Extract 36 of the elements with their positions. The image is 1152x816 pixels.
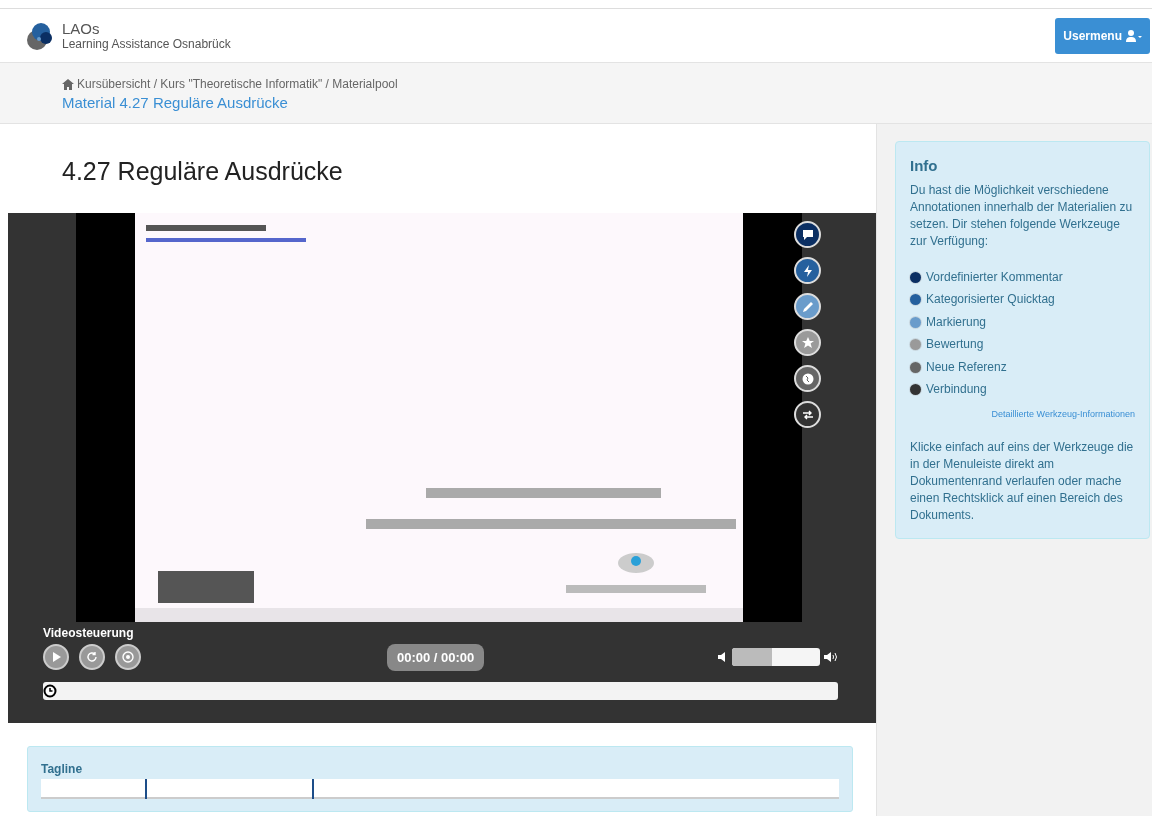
page-title: 4.27 Reguläre Ausdrücke <box>61 156 344 187</box>
user-icon <box>1126 29 1142 42</box>
logo-title: LAOs <box>62 20 101 37</box>
info-intro: Du hast die Möglichkeit verschiedene Annotationen innerhalb der Materialien zu setzen. Dir stehen folgende Werkzeuge zur Verfügung: <box>910 182 1134 250</box>
info-title: Info <box>910 157 939 174</box>
logo-subtitle: Learning Assistance Osnabrück <box>62 36 231 51</box>
controls-label: Videosteuerung <box>43 626 135 640</box>
breadcrumb-current: Material 4.27 Reguläre Ausdrücke <box>62 94 289 111</box>
home-icon <box>62 78 74 90</box>
play-button[interactable] <box>43 644 69 670</box>
tool-label: Vordefinierter Kommentar <box>926 268 1063 286</box>
tool-label: Neue Referenz <box>926 358 1007 376</box>
tagline-marker <box>144 779 147 799</box>
tool-label: Markierung <box>926 313 987 331</box>
tool-label: Kategorisierter Quicktag <box>926 291 1055 309</box>
play-icon <box>51 652 61 662</box>
clock-icon[interactable] <box>43 684 57 698</box>
volume-slider[interactable] <box>732 648 820 666</box>
tagline-title: Tagline <box>41 762 84 776</box>
pencil-icon <box>800 299 815 314</box>
tool-label: Verbindung <box>926 381 987 399</box>
tool-details-link[interactable]: Detaillierte Werkzeug-Informationen <box>991 406 1135 423</box>
info-outro: Klicke einfach auf eins der Werkzeuge die in der Menuleiste direkt am Dokumentenrand verlaufen oder mache einen Rechtsklick auf einen Bereich des Dokuments. <box>910 439 1135 524</box>
star-icon <box>800 335 815 350</box>
time-display: 00:00 / 00:00 <box>387 643 485 671</box>
tagline-marker <box>312 779 315 799</box>
tool-label: Bewertung <box>926 336 984 354</box>
breadcrumb-path: Kursübersicht / Kurs "Theoretische Informatik" / Materialpool <box>62 77 1152 91</box>
speech-bubble-icon <box>800 227 815 242</box>
reload-button[interactable] <box>79 644 105 670</box>
target-icon <box>122 651 134 663</box>
record-button[interactable] <box>115 644 141 670</box>
volume-high-icon <box>824 652 838 662</box>
volume-low-icon <box>718 652 728 662</box>
reload-icon <box>86 651 98 663</box>
user-menu-button[interactable]: Usermenu <box>1055 17 1150 54</box>
